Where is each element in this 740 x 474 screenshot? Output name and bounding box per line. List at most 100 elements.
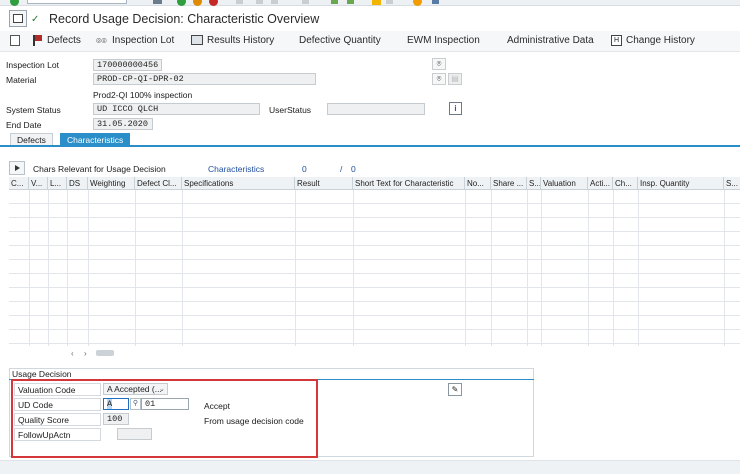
find-icon[interactable] xyxy=(256,0,263,4)
print-icon[interactable] xyxy=(236,0,243,4)
scroll-left-icon[interactable]: ‹ xyxy=(71,349,74,358)
layout-icon[interactable] xyxy=(432,0,439,4)
column-header[interactable]: V... xyxy=(29,177,48,190)
scroll-right-icon[interactable]: › xyxy=(84,349,87,358)
column-header[interactable]: Specifications xyxy=(182,177,295,190)
play-icon xyxy=(15,165,20,171)
ewm-inspection-button[interactable]: EWM Inspection xyxy=(407,35,480,46)
expand-button[interactable] xyxy=(9,161,25,175)
first-page-icon[interactable] xyxy=(302,0,309,4)
glasses-icon: ⌾⌾ xyxy=(96,36,107,46)
user-status-field xyxy=(327,103,425,115)
monitor-icon xyxy=(191,35,203,45)
column-header[interactable]: C... xyxy=(9,177,29,190)
table-row xyxy=(9,301,740,302)
table-row xyxy=(9,287,740,288)
create-session-icon[interactable] xyxy=(372,0,381,5)
system-status-label: System Status xyxy=(6,105,61,115)
column-header[interactable]: Defect Cl... xyxy=(135,177,182,190)
status-bar xyxy=(0,460,740,474)
defects-button[interactable]: Defects xyxy=(47,35,81,46)
column-divider xyxy=(613,190,614,346)
administrative-data-button[interactable]: Administrative Data xyxy=(507,35,594,46)
document-icon[interactable] xyxy=(10,35,20,46)
menu-icon xyxy=(13,14,23,23)
column-header[interactable]: Result xyxy=(295,177,353,190)
results-history-button[interactable]: Results History xyxy=(207,35,274,46)
table-row xyxy=(9,343,740,344)
column-divider xyxy=(67,190,68,346)
inspection-lot-label: Inspection Lot xyxy=(6,60,59,70)
usage-decision-title: Usage Decision xyxy=(12,369,72,379)
defective-quantity-button[interactable]: Defective Quantity xyxy=(299,35,381,46)
column-divider xyxy=(638,190,639,346)
table-row xyxy=(9,217,740,218)
column-header[interactable]: Share ... xyxy=(491,177,527,190)
check-icon[interactable]: ✓ xyxy=(31,14,39,25)
material-description: Prod2-QI 100% inspection xyxy=(93,90,193,100)
display-lot-icon[interactable]: ⌾ xyxy=(432,58,446,70)
inspection-lot-field[interactable]: 170000000456 xyxy=(93,59,162,71)
column-header[interactable]: Valuation xyxy=(541,177,588,190)
page-title: Record Usage Decision: Characteristic Ov… xyxy=(49,12,320,26)
chars-total: 0 xyxy=(351,164,356,174)
find-next-icon[interactable] xyxy=(271,0,278,4)
column-header[interactable]: Insp. Quantity xyxy=(638,177,724,190)
column-divider xyxy=(353,190,354,346)
column-divider xyxy=(88,190,89,346)
column-divider xyxy=(182,190,183,346)
table-row xyxy=(9,203,740,204)
horizontal-scrollbar[interactable] xyxy=(96,350,114,356)
shortcut-icon[interactable] xyxy=(386,0,393,4)
table-row xyxy=(9,245,740,246)
material-field[interactable]: PROD-CP-QI-DPR-02 xyxy=(93,73,316,85)
column-header[interactable]: Acti... xyxy=(588,177,613,190)
table-row xyxy=(9,259,740,260)
command-field[interactable] xyxy=(27,0,127,4)
column-header[interactable]: L... xyxy=(48,177,67,190)
save-icon[interactable] xyxy=(153,0,162,4)
column-header[interactable]: S... xyxy=(527,177,541,190)
column-divider xyxy=(588,190,589,346)
column-divider xyxy=(135,190,136,346)
next-page-icon[interactable] xyxy=(331,0,338,4)
status-info-icon[interactable]: i xyxy=(449,102,462,115)
table-row xyxy=(9,273,740,274)
table-row xyxy=(9,315,740,316)
column-header[interactable]: Weighting xyxy=(88,177,135,190)
material-docs-icon: ▤ xyxy=(448,73,462,85)
change-history-button[interactable]: Change History xyxy=(626,35,695,46)
edit-long-text-icon[interactable]: ✎ xyxy=(448,383,462,396)
end-date-field: 31.05.2020 xyxy=(93,118,153,130)
column-divider xyxy=(724,190,725,346)
display-material-icon[interactable]: ⌾ xyxy=(432,73,446,85)
column-divider xyxy=(295,190,296,346)
column-divider xyxy=(465,190,466,346)
end-date-label: End Date xyxy=(6,120,42,130)
chars-relevant-label: Chars Relevant for Usage Decision xyxy=(33,164,166,174)
chars-count: 0 xyxy=(302,164,307,174)
column-divider xyxy=(541,190,542,346)
column-header[interactable]: No... xyxy=(465,177,491,190)
column-header[interactable]: S... xyxy=(724,177,740,190)
column-divider xyxy=(48,190,49,346)
material-label: Material xyxy=(6,75,37,85)
chars-separator: / xyxy=(340,164,343,174)
column-header[interactable]: Ch... xyxy=(613,177,638,190)
last-page-icon[interactable] xyxy=(347,0,354,4)
table-row xyxy=(9,329,740,330)
table-row xyxy=(9,231,740,232)
highlight-box xyxy=(11,379,318,458)
flag-shape-icon xyxy=(35,35,42,41)
change-history-icon: H xyxy=(611,35,622,46)
inspection-lot-button[interactable]: Inspection Lot xyxy=(112,35,174,46)
column-divider xyxy=(491,190,492,346)
tabstrip-underline xyxy=(0,145,740,147)
user-status-label: UserStatus xyxy=(269,105,312,115)
column-header[interactable]: Short Text for Characteristic xyxy=(353,177,465,190)
column-header[interactable]: DS xyxy=(67,177,88,190)
column-divider xyxy=(527,190,528,346)
menu-button[interactable] xyxy=(9,10,27,27)
characteristics-link[interactable]: Characteristics xyxy=(208,164,264,174)
column-divider xyxy=(29,190,30,346)
